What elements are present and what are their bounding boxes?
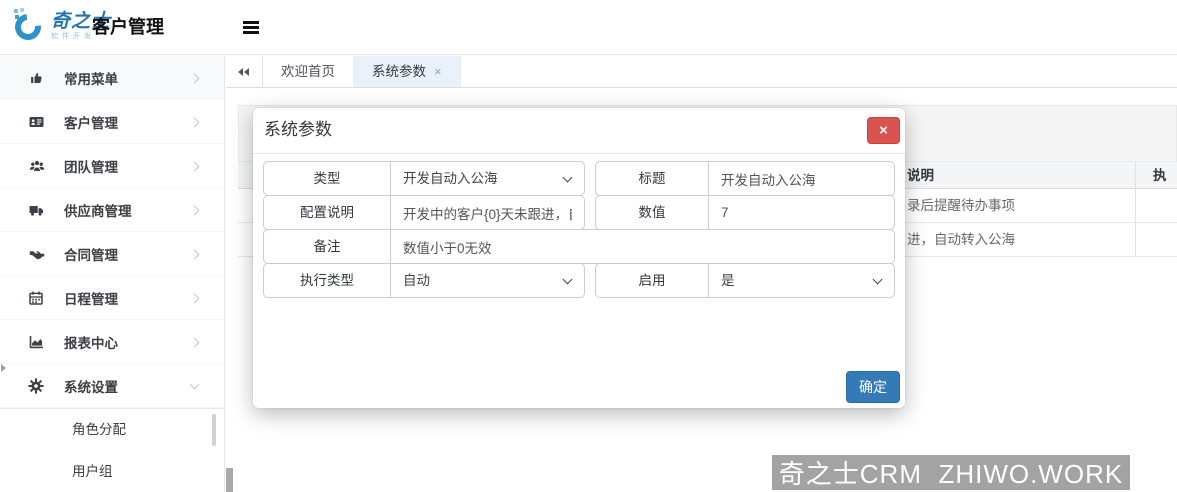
app-header: 奇之士 软件开发 客户管理: [0, 0, 1177, 55]
value-label: 数值: [596, 196, 709, 229]
tab-bar: 欢迎首页 系统参数×: [226, 56, 1177, 88]
sidebar-item-common-menu[interactable]: 常用菜单: [0, 56, 224, 100]
chevron-right-icon: [190, 294, 200, 304]
modal-title: 系统参数: [264, 108, 332, 152]
submenu-scrollbar[interactable]: [212, 414, 216, 446]
tab-welcome-home[interactable]: 欢迎首页: [263, 56, 354, 87]
modal-footer: 确定: [846, 371, 900, 403]
remark-label: 备注: [264, 230, 391, 263]
sidebar: 常用菜单 客户管理 团队管理 供应商管理: [0, 56, 225, 492]
remark-input[interactable]: [391, 230, 894, 263]
app-title: 客户管理: [92, 0, 164, 55]
chevron-right-icon: [190, 250, 200, 260]
enable-select[interactable]: 是: [709, 264, 894, 297]
handshake-icon: [28, 246, 47, 262]
modal-header: 系统参数 ×: [253, 108, 905, 154]
type-select[interactable]: 开发自动入公海: [391, 162, 584, 195]
sidebar-item-report-center[interactable]: 报表中心: [0, 320, 224, 364]
system-params-modal: 系统参数 × 类型 开发自动入公海 标题: [253, 108, 905, 408]
thumbs-up-icon: [28, 70, 47, 86]
double-left-arrow-icon: [238, 68, 243, 76]
type-label: 类型: [264, 162, 391, 195]
chevron-right-icon: [190, 162, 200, 172]
table-column-divider: [1135, 162, 1136, 257]
exec-type-select[interactable]: 自动: [391, 264, 584, 297]
title-label: 标题: [596, 162, 709, 195]
submenu-item-user-group[interactable]: 用户组: [0, 451, 224, 492]
table-header-description: 说明: [907, 162, 934, 189]
chevron-down-icon: [190, 380, 200, 390]
gear-icon: [28, 378, 47, 394]
chevron-right-icon: [190, 338, 200, 348]
logo-icon: [13, 8, 47, 46]
collapse-tabs-button[interactable]: [226, 56, 263, 87]
config-desc-input[interactable]: [391, 196, 584, 229]
close-icon: ×: [879, 122, 888, 139]
calendar-icon: [28, 290, 47, 306]
enable-label: 启用: [596, 264, 709, 297]
confirm-button[interactable]: 确定: [846, 371, 900, 403]
sidebar-item-team-mgmt[interactable]: 团队管理: [0, 144, 224, 188]
sidebar-item-schedule-mgmt[interactable]: 日程管理: [0, 276, 224, 320]
scrollbar-thumb[interactable]: [226, 468, 233, 492]
exec-type-label: 执行类型: [264, 264, 391, 297]
users-icon: [28, 158, 47, 174]
truck-icon: [28, 202, 47, 218]
sidebar-item-customer-mgmt[interactable]: 客户管理: [0, 100, 224, 144]
sidebar-item-system-settings[interactable]: 系统设置: [0, 364, 224, 408]
title-input[interactable]: [709, 162, 894, 195]
chevron-right-icon: [190, 206, 200, 216]
watermark: 奇之士CRM ZHIWO.WORK: [772, 455, 1130, 490]
tab-system-params[interactable]: 系统参数×: [354, 56, 461, 87]
close-tab-icon[interactable]: ×: [434, 64, 442, 79]
app-root: 奇之士 软件开发 客户管理 常用菜单 客户管理 团队管理: [0, 0, 1177, 492]
value-input[interactable]: [709, 196, 894, 229]
sidebar-item-contract-mgmt[interactable]: 合同管理: [0, 232, 224, 276]
config-desc-label: 配置说明: [264, 196, 391, 229]
submenu-item-role-assignment[interactable]: 角色分配: [0, 409, 224, 451]
sidebar-submenu: 角色分配 用户组: [0, 408, 224, 492]
modal-close-button[interactable]: ×: [867, 117, 900, 144]
sidebar-item-supplier-mgmt[interactable]: 供应商管理: [0, 188, 224, 232]
modal-form: 类型 开发自动入公海 标题 配置说明: [263, 161, 895, 298]
hamburger-menu-icon[interactable]: [243, 21, 259, 37]
id-card-icon: [28, 114, 47, 130]
chevron-right-icon: [190, 118, 200, 128]
table-header-exec-type: 执: [1153, 162, 1167, 189]
panel-resize-arrow-icon[interactable]: [1, 364, 6, 372]
area-chart-icon: [28, 334, 47, 350]
chevron-right-icon: [190, 74, 200, 84]
